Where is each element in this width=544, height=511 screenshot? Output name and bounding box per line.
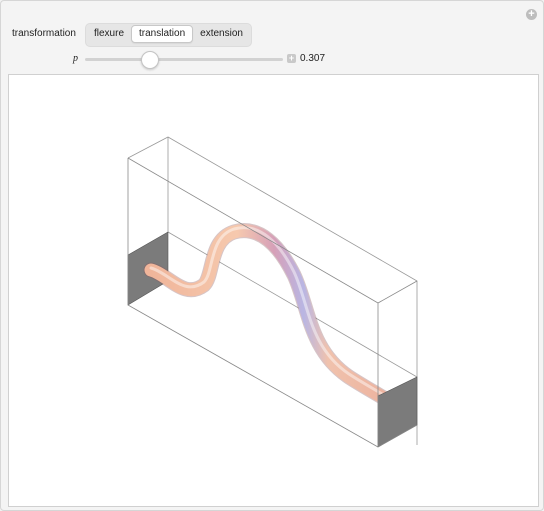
bounding-box-front — [127, 157, 418, 448]
plus-circle-icon[interactable]: + — [526, 9, 537, 20]
translation-button[interactable]: translation — [131, 25, 194, 43]
plus-square-icon[interactable]: + — [287, 54, 296, 63]
extension-button[interactable]: extension — [193, 25, 250, 43]
right-end-face — [377, 376, 418, 448]
p-slider-thumb[interactable] — [140, 51, 159, 69]
p-label: p — [73, 53, 78, 64]
transformation-toggle: flexure translation extension — [85, 23, 252, 47]
transformation-label: transformation — [12, 28, 76, 39]
p-value: 0.307 — [300, 53, 326, 64]
manipulate-panel: + transformation flexure translation ext… — [0, 0, 544, 511]
plot-area[interactable] — [8, 74, 539, 507]
flexure-button[interactable]: flexure — [87, 25, 131, 43]
flexure-rod — [143, 223, 405, 415]
p-slider-track[interactable] — [85, 58, 283, 61]
3d-graphic[interactable] — [9, 75, 538, 506]
